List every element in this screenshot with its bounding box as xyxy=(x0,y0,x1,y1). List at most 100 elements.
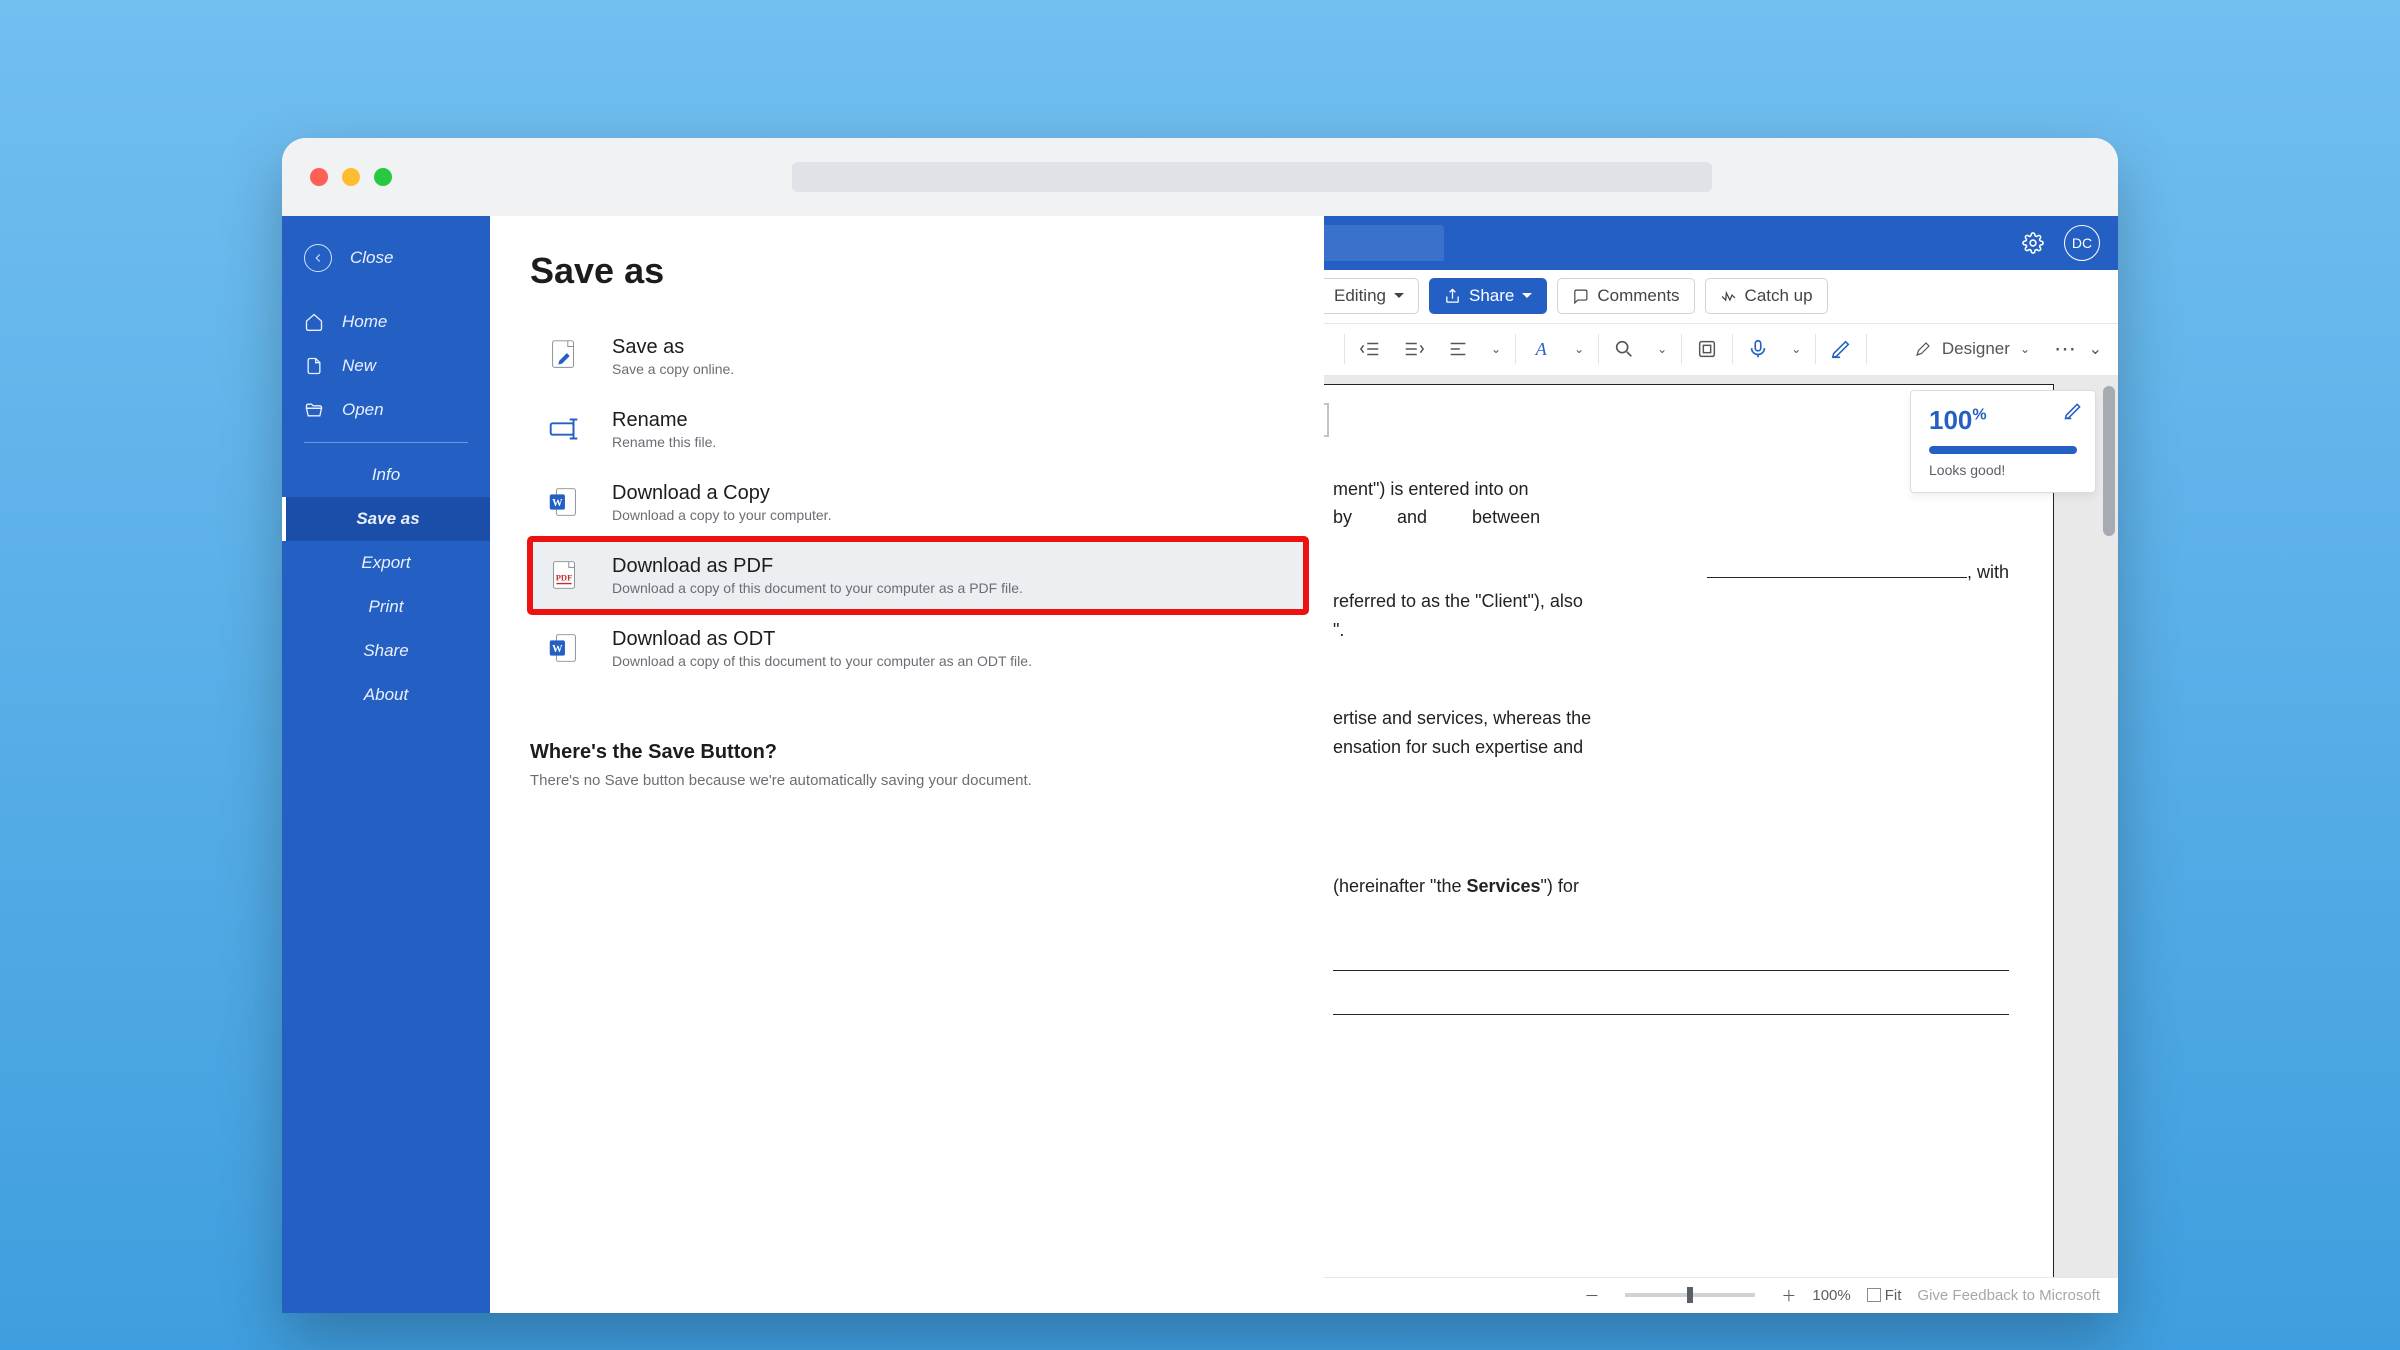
doc-blank-line xyxy=(1333,951,2009,971)
document-page[interactable]: ment") is entered into on by and between… xyxy=(1288,384,2054,1277)
comment-icon xyxy=(1572,288,1589,305)
sidebar-item-open[interactable]: Open xyxy=(282,388,490,432)
rename-icon xyxy=(544,409,584,449)
svg-text:W: W xyxy=(552,498,563,509)
sidebar-item-label: Open xyxy=(342,400,384,420)
doc-line: ertise and services, whereas the xyxy=(1333,708,1591,728)
zoom-slider[interactable] xyxy=(1625,1293,1755,1297)
pdf-doc-icon: PDF xyxy=(544,555,584,595)
sidebar-item-about[interactable]: About xyxy=(282,673,490,717)
sidebar-item-home[interactable]: Home xyxy=(282,300,490,344)
explainer-body: There's no Save button because we're aut… xyxy=(530,772,1306,789)
macos-titlebar xyxy=(282,138,2118,216)
comments-button[interactable]: Comments xyxy=(1557,278,1694,314)
file-panel-title: Save as xyxy=(530,250,1306,292)
dictate-icon[interactable] xyxy=(1747,338,1769,360)
doc-line: by and between xyxy=(1333,507,1540,527)
titlebar-search-field[interactable] xyxy=(792,162,1712,192)
vertical-scrollbar[interactable] xyxy=(2103,386,2115,1267)
fit-toggle[interactable]: Fit xyxy=(1867,1287,1902,1304)
sidebar-item-info[interactable]: Info xyxy=(282,453,490,497)
window-close-dot[interactable] xyxy=(310,168,328,186)
option-subtitle: Download a copy of this document to your… xyxy=(612,653,1032,669)
doc-line-bold: Services xyxy=(1466,876,1540,896)
catchup-icon xyxy=(1720,288,1737,305)
option-download-odt[interactable]: W Download as ODT Download a copy of thi… xyxy=(530,612,1306,685)
option-subtitle: Download a copy to your computer. xyxy=(612,507,831,523)
save-button-explainer: Where's the Save Button? There's no Save… xyxy=(530,741,1306,789)
doc-blank-line xyxy=(1333,995,2009,1015)
share-label: Share xyxy=(1469,286,1514,306)
doc-line: ensation for such expertise and xyxy=(1333,737,1583,757)
editor-score-card[interactable]: 100% Looks good! xyxy=(1910,390,2096,493)
editing-mode-label: Editing xyxy=(1334,286,1386,306)
editor-percent-suffix: % xyxy=(1972,406,1986,423)
sidebar-divider xyxy=(304,442,468,443)
scrollbar-thumb[interactable] xyxy=(2103,386,2115,536)
chevron-down-icon[interactable]: ⌄ xyxy=(1791,342,1801,356)
gear-icon[interactable] xyxy=(2022,232,2044,254)
collapse-ribbon-icon[interactable]: ⌄ xyxy=(2089,339,2102,359)
doc-line: referred to as the "Client"), also xyxy=(1333,591,1583,611)
chevron-down-icon[interactable]: ⌄ xyxy=(1574,342,1584,356)
zoom-in-button[interactable]: ＋ xyxy=(1781,1285,1796,1306)
chevron-down-icon[interactable]: ⌄ xyxy=(1657,342,1667,356)
zoom-out-button[interactable]: － xyxy=(1584,1285,1599,1306)
option-subtitle: Download a copy of this document to your… xyxy=(612,580,1023,596)
editor-message: Looks good! xyxy=(1929,462,2077,478)
editor-progress-bar xyxy=(1929,446,2077,454)
reuse-files-icon[interactable] xyxy=(1696,338,1718,360)
option-title: Download as ODT xyxy=(612,628,1032,651)
word-doc-icon: W xyxy=(544,482,584,522)
option-rename[interactable]: Rename Rename this file. xyxy=(530,393,1306,466)
home-icon xyxy=(304,312,324,332)
outdent-icon[interactable] xyxy=(1359,338,1381,360)
designer-button[interactable]: Designer ⌄ ⋯ xyxy=(1914,336,2078,362)
sidebar-item-save-as[interactable]: Save as xyxy=(282,497,490,541)
sidebar-item-label: Home xyxy=(342,312,387,332)
svg-text:PDF: PDF xyxy=(556,573,573,583)
option-title: Save as xyxy=(612,336,734,359)
mac-window: DC Editing Share Comments Catch up ⌄ xyxy=(282,138,2118,1313)
sidebar-item-new[interactable]: New xyxy=(282,344,490,388)
doc-line: ") for xyxy=(1541,876,1579,896)
option-subtitle: Rename this file. xyxy=(612,434,716,450)
doc-line: (hereinafter "the xyxy=(1333,876,1466,896)
explainer-heading: Where's the Save Button? xyxy=(530,741,1306,764)
option-title: Download as PDF xyxy=(612,555,1023,578)
give-feedback-link[interactable]: Give Feedback to Microsoft xyxy=(1917,1287,2100,1304)
file-main-panel: Save as Save as Save a copy online. Rena… xyxy=(490,216,1324,1313)
editor-icon[interactable] xyxy=(1830,338,1852,360)
chevron-down-icon[interactable]: ⌄ xyxy=(1491,342,1501,356)
indent-icon[interactable] xyxy=(1403,338,1425,360)
svg-text:W: W xyxy=(552,644,563,655)
share-icon xyxy=(1444,288,1461,305)
share-button[interactable]: Share xyxy=(1429,278,1547,314)
option-save-as[interactable]: Save as Save a copy online. xyxy=(530,320,1306,393)
align-icon[interactable] xyxy=(1447,338,1469,360)
doc-line: , with xyxy=(1967,562,2009,582)
window-minimize-dot[interactable] xyxy=(342,168,360,186)
sidebar-item-share[interactable]: Share xyxy=(282,629,490,673)
traffic-lights xyxy=(310,168,392,186)
sidebar-item-label: New xyxy=(342,356,376,376)
avatar[interactable]: DC xyxy=(2064,225,2100,261)
file-close-button[interactable]: Close xyxy=(282,230,490,286)
option-title: Download a Copy xyxy=(612,482,831,505)
window-zoom-dot[interactable] xyxy=(374,168,392,186)
file-sidebar: Close Home New Open Info Save as Export … xyxy=(282,216,490,1313)
file-backstage-overlay: Close Home New Open Info Save as Export … xyxy=(282,216,1324,1313)
chevron-down-icon[interactable]: ⌄ xyxy=(2020,342,2030,356)
word-doc-icon: W xyxy=(544,628,584,668)
styles-icon[interactable]: A xyxy=(1530,338,1552,360)
find-icon[interactable] xyxy=(1613,338,1635,360)
file-close-label: Close xyxy=(350,248,393,268)
more-icon[interactable]: ⋯ xyxy=(2054,336,2078,362)
sidebar-item-export[interactable]: Export xyxy=(282,541,490,585)
designer-icon xyxy=(1914,340,1932,358)
option-title: Rename xyxy=(612,409,716,432)
option-download-copy[interactable]: W Download a Copy Download a copy to you… xyxy=(530,466,1306,539)
option-download-pdf[interactable]: PDF Download as PDF Download a copy of t… xyxy=(530,539,1306,612)
catchup-button[interactable]: Catch up xyxy=(1705,278,1828,314)
sidebar-item-print[interactable]: Print xyxy=(282,585,490,629)
